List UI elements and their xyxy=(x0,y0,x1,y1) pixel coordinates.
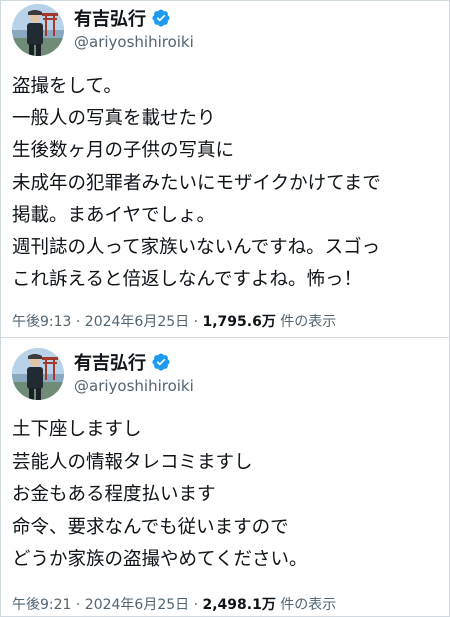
tweet-line: どうか家族の盗撮やめてください。 xyxy=(12,549,308,571)
tweet-line: 一般人の写真を載せたり xyxy=(12,108,216,130)
display-name[interactable]: 有吉弘行 xyxy=(74,5,146,31)
tweet-meta: 午後9:13 · 2024年6月25日 · 1,795.6万 件の表示 xyxy=(12,311,336,331)
tweet-line: これ訴えると倍返しなんですよね。怖っ！ xyxy=(12,269,363,291)
verified-badge-icon xyxy=(152,353,170,371)
tweet-1[interactable]: 有吉弘行 @ariyoshihiroiki 盗撮をして。 一般人の写真を載せたり… xyxy=(0,0,450,338)
user-handle[interactable]: @ariyoshihiroiki xyxy=(74,33,194,51)
timestamp-link[interactable]: 午後9:21 · 2024年6月25日 · xyxy=(12,597,198,613)
user-handle[interactable]: @ariyoshihiroiki xyxy=(74,377,194,395)
avatar[interactable] xyxy=(12,348,64,400)
profile-photo-icon xyxy=(12,348,64,400)
view-count-label[interactable]: 件の表示 xyxy=(280,314,336,330)
tweet-line: 未成年の犯罪者みたいにモザイクかけてまで xyxy=(12,172,381,194)
tweet-line: お金もある程度払います xyxy=(12,484,216,506)
tweet-line: 芸能人の情報タレコミますし xyxy=(12,451,253,473)
author-name-row[interactable]: 有吉弘行 xyxy=(74,349,171,375)
verified-badge-icon xyxy=(152,9,170,27)
tweet-line: 掲載。まあイヤでしょ。 xyxy=(12,204,215,226)
view-count[interactable]: 2,498.1万 xyxy=(203,597,276,613)
tweet-body: 土下座しますし 芸能人の情報タレコミますし お金もある程度払います 命令、要求な… xyxy=(12,414,307,577)
avatar[interactable] xyxy=(12,4,64,56)
profile-photo-icon xyxy=(12,4,64,56)
tweet-line: 盗撮をして。 xyxy=(12,76,122,97)
tweet-meta: 午後9:21 · 2024年6月25日 · 2,498.1万 件の表示 xyxy=(12,594,336,614)
tweet-line: 週刊誌の人って家族いないんですね。スゴっ xyxy=(12,237,381,259)
timestamp-link[interactable]: 午後9:13 · 2024年6月25日 · xyxy=(12,314,198,330)
tweet-2[interactable]: 有吉弘行 @ariyoshihiroiki 土下座しますし 芸能人の情報タレコミ… xyxy=(0,338,450,617)
tweet-line: 生後数ヶ月の子供の写真に xyxy=(12,140,235,162)
display-name[interactable]: 有吉弘行 xyxy=(74,349,146,375)
author-name-row[interactable]: 有吉弘行 xyxy=(74,5,171,31)
tweet-body: 盗撮をして。 一般人の写真を載せたり 生後数ヶ月の子供の写真に 未成年の犯罪者み… xyxy=(12,71,381,296)
tweet-line: 命令、要求なんでも従いますので xyxy=(12,516,289,538)
view-count[interactable]: 1,795.6万 xyxy=(203,314,276,330)
tweet-line: 土下座しますし xyxy=(12,419,142,440)
view-count-label[interactable]: 件の表示 xyxy=(280,597,336,613)
